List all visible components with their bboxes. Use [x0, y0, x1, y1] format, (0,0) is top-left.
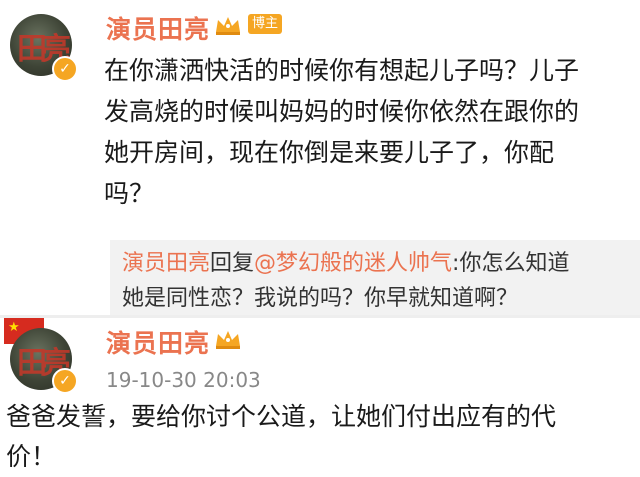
reply-text-line1: :你怎么知道 [452, 251, 570, 276]
post-text-line: 发高烧的时候叫妈妈的时候你依然在跟你的 [104, 97, 580, 126]
timestamp: 19-10-30 20:03 [106, 368, 261, 392]
reply-mention[interactable]: @梦幻般的迷人帅气 [254, 251, 452, 276]
blogger-badge: 博主 [248, 14, 283, 34]
crown-icon [216, 17, 240, 35]
username[interactable]: 演员田亮 [106, 10, 210, 46]
post-text-line: 在你潇洒快活的时候你有想起儿子吗？儿子 [104, 56, 580, 85]
reply-action: 回复 [210, 251, 255, 276]
username[interactable]: 演员田亮 [106, 324, 210, 360]
reply-box[interactable]: 演员田亮回复@梦幻般的迷人帅气:你怎么知道 她是同性恋？我说的吗？你早就知道啊？ [110, 240, 640, 316]
reply-author[interactable]: 演员田亮 [122, 251, 210, 276]
verified-icon: ✓ [52, 56, 78, 82]
post-text-line: 价！ [6, 442, 57, 471]
reply-text: 演员田亮回复@梦幻般的迷人帅气:你怎么知道 她是同性恋？我说的吗？你早就知道啊？ [122, 246, 632, 316]
post-card-1: 田亮 ✓ 演员田亮 博主 在你潇洒快活的时候你有想起儿子吗？儿子 发高烧的时候叫… [0, 0, 640, 316]
verified-icon: ✓ [52, 368, 78, 394]
post-text-line: 爸爸发誓，要给你讨个公道，让她们付出应有的代 [6, 402, 557, 431]
post-card-2: ★ 田亮 ✓ 演员田亮 19-10-30 20:03 爸爸发誓，要给你讨个公道，… [0, 318, 640, 472]
post-text-line: 她开房间，现在你倒是来要儿子了，你配 [104, 138, 555, 167]
crown-icon [216, 331, 240, 349]
reply-text-line2: 她是同性恋？我说的吗？你早就知道啊？ [122, 286, 519, 311]
post-text-line: 吗？ [104, 179, 155, 208]
